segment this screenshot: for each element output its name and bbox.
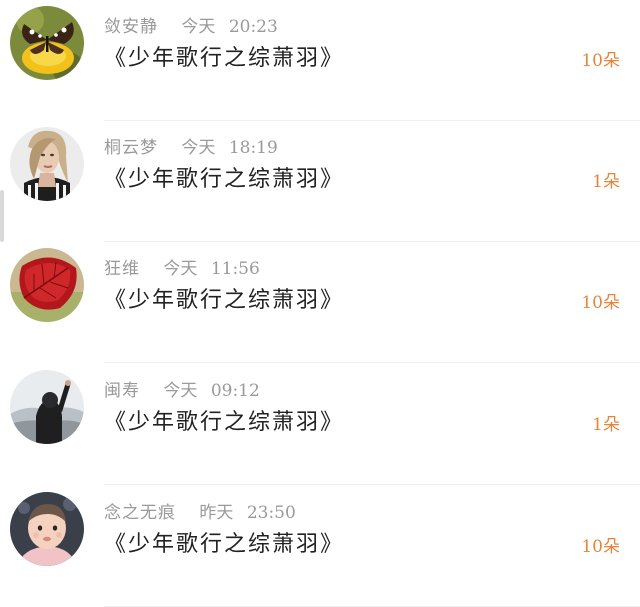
user-name[interactable]: 敛安静: [104, 17, 158, 37]
gift-count: 10朵: [581, 51, 620, 71]
gift-count: 1朵: [592, 415, 620, 435]
avatar[interactable]: [10, 127, 84, 201]
butterfly-flower-avatar: [10, 6, 84, 80]
list-item[interactable]: 闽寿 今天 09:12 《少年歌行之综萧羽》 1朵: [0, 364, 640, 485]
user-name[interactable]: 狂维: [104, 259, 140, 279]
avatar[interactable]: [10, 248, 84, 322]
avatar[interactable]: [10, 6, 84, 80]
item-day: 今天: [181, 138, 216, 158]
item-meta: 念之无痕 昨天 23:50: [104, 498, 296, 523]
item-day: 今天: [163, 381, 198, 401]
scrollbar[interactable]: [0, 190, 4, 242]
list-item[interactable]: 桐云梦 今天 18:19 《少年歌行之综萧羽》 1朵: [0, 121, 640, 242]
item-day: 今天: [163, 259, 198, 279]
gift-count: 1朵: [592, 172, 620, 192]
item-day: 昨天: [199, 503, 234, 523]
user-name[interactable]: 念之无痕: [104, 503, 176, 523]
item-time: 09:12: [210, 381, 260, 401]
avatar[interactable]: [10, 492, 84, 566]
book-title[interactable]: 《少年歌行之综萧羽》: [104, 282, 344, 314]
woman-portrait-avatar: [10, 127, 84, 201]
item-meta: 敛安静 今天 20:23: [104, 12, 278, 37]
avatar[interactable]: [10, 370, 84, 444]
item-time: 23:50: [246, 503, 296, 523]
user-name[interactable]: 桐云梦: [104, 138, 158, 158]
list-item[interactable]: 狂维 今天 11:56 《少年歌行之综萧羽》 10朵: [0, 242, 640, 363]
book-title[interactable]: 《少年歌行之综萧羽》: [104, 161, 344, 193]
book-title[interactable]: 《少年歌行之综萧羽》: [104, 526, 344, 558]
book-title[interactable]: 《少年歌行之综萧羽》: [104, 40, 344, 72]
red-leaf-avatar: [10, 248, 84, 322]
item-time: 20:23: [228, 17, 278, 37]
book-title[interactable]: 《少年歌行之综萧羽》: [104, 404, 344, 436]
item-time: 18:19: [228, 138, 278, 158]
list-item[interactable]: 念之无痕 昨天 23:50 《少年歌行之综萧羽》 10朵: [0, 486, 640, 607]
item-meta: 狂维 今天 11:56: [104, 254, 260, 279]
gift-count: 10朵: [581, 293, 620, 313]
girl-back-view-avatar: [10, 370, 84, 444]
item-day: 今天: [181, 17, 216, 37]
divider: [104, 484, 640, 485]
gift-count: 10朵: [581, 537, 620, 557]
item-meta: 桐云梦 今天 18:19: [104, 133, 278, 158]
divider: [104, 362, 640, 363]
list-item[interactable]: 敛安静 今天 20:23 《少年歌行之综萧羽》 10朵: [0, 0, 640, 121]
item-time: 11:56: [210, 259, 260, 279]
item-meta: 闽寿 今天 09:12: [104, 376, 260, 401]
baby-avatar: [10, 492, 84, 566]
user-name[interactable]: 闽寿: [104, 381, 140, 401]
